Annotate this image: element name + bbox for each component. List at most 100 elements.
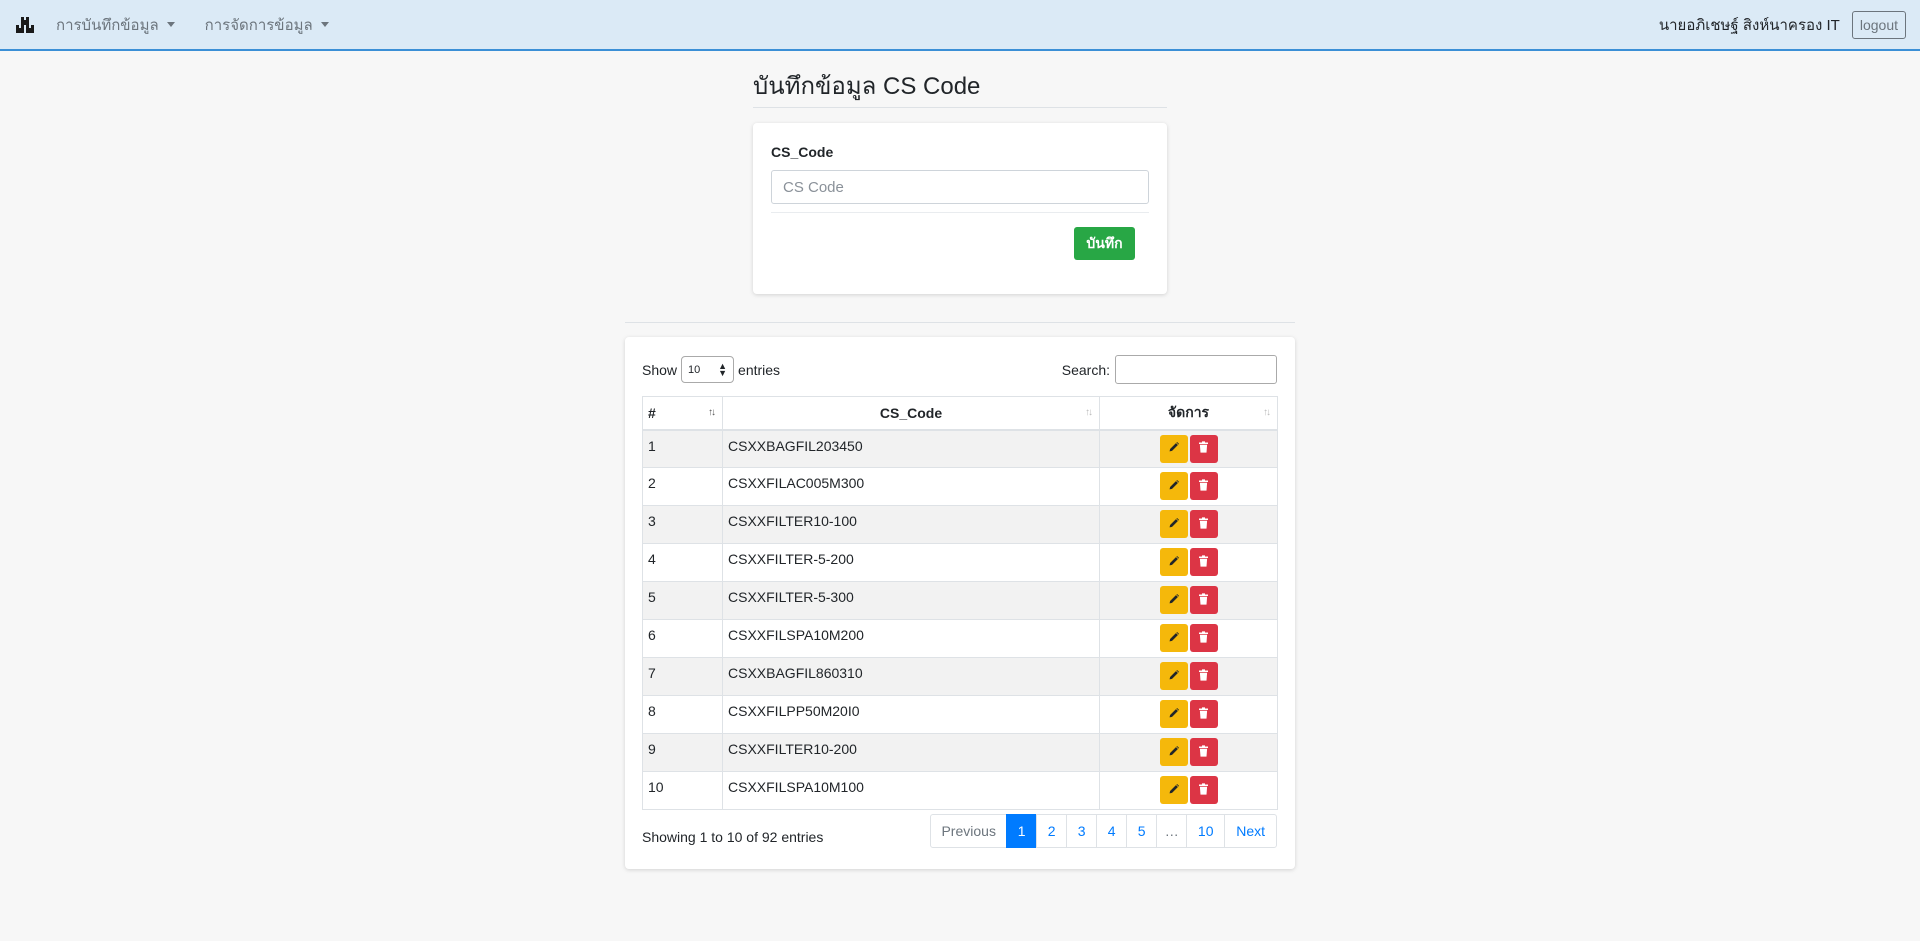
trash-icon bbox=[1198, 554, 1209, 570]
table-row: 9 CSXXFILTER10-200 bbox=[642, 733, 1278, 772]
search-control: Search: bbox=[1062, 355, 1277, 384]
row-cs-code: CSXXFILTER-5-300 bbox=[722, 581, 1100, 620]
row-actions bbox=[1099, 771, 1278, 810]
column-header-number[interactable]: # ↑↓ bbox=[642, 396, 723, 431]
pencil-icon bbox=[1168, 745, 1180, 760]
nav-menu-record-label: การบันทึกข้อมูล bbox=[56, 16, 159, 34]
save-button[interactable]: บันทึก bbox=[1074, 227, 1135, 260]
table-info: Showing 1 to 10 of 92 entries bbox=[642, 829, 824, 845]
row-number: 3 bbox=[642, 505, 723, 544]
row-actions bbox=[1099, 581, 1278, 620]
previous-page-button[interactable]: Previous bbox=[930, 814, 1008, 848]
pencil-icon bbox=[1168, 479, 1180, 494]
trash-icon bbox=[1198, 706, 1209, 722]
table-row: 6 CSXXFILSPA10M200 bbox=[642, 619, 1278, 658]
delete-button[interactable] bbox=[1189, 586, 1218, 614]
trash-icon bbox=[1198, 516, 1209, 532]
row-number: 2 bbox=[642, 467, 723, 506]
row-actions bbox=[1099, 429, 1278, 468]
edit-button[interactable] bbox=[1159, 548, 1188, 576]
table-row: 3 CSXXFILTER10-100 bbox=[642, 505, 1278, 544]
nav-menu-record[interactable]: การบันทึกข้อมูล bbox=[56, 13, 175, 37]
row-number: 7 bbox=[642, 657, 723, 696]
row-cs-code: CSXXBAGFIL203450 bbox=[722, 429, 1100, 468]
delete-button[interactable] bbox=[1189, 738, 1218, 766]
page-5-button[interactable]: 5 bbox=[1126, 814, 1158, 848]
row-number: 5 bbox=[642, 581, 723, 620]
row-cs-code: CSXXBAGFIL860310 bbox=[722, 657, 1100, 696]
next-page-button[interactable]: Next bbox=[1224, 814, 1277, 848]
edit-button[interactable] bbox=[1159, 472, 1188, 500]
row-actions bbox=[1099, 505, 1278, 544]
pencil-icon bbox=[1168, 555, 1180, 570]
divider bbox=[771, 212, 1149, 213]
boxes-icon[interactable] bbox=[14, 14, 36, 36]
row-cs-code: CSXXFILTER10-200 bbox=[722, 733, 1100, 772]
trash-icon bbox=[1198, 744, 1209, 760]
row-number: 1 bbox=[642, 429, 723, 468]
delete-button[interactable] bbox=[1189, 662, 1218, 690]
select-arrows-icon: ▲ ▼ bbox=[718, 360, 728, 378]
pencil-icon bbox=[1168, 669, 1180, 684]
trash-icon bbox=[1198, 668, 1209, 684]
edit-button[interactable] bbox=[1159, 700, 1188, 728]
sort-icon: ↑↓ bbox=[708, 407, 716, 418]
entries-length-value: 10 bbox=[688, 363, 701, 376]
row-actions bbox=[1099, 695, 1278, 734]
length-control: Show 10 ▲ ▼ entries bbox=[642, 356, 780, 383]
caret-down-icon bbox=[166, 22, 175, 27]
sort-icon: ↑↓ bbox=[1085, 407, 1093, 418]
delete-button[interactable] bbox=[1189, 548, 1218, 576]
trash-icon bbox=[1198, 630, 1209, 646]
pencil-icon bbox=[1168, 631, 1180, 646]
logout-button[interactable]: logout bbox=[1851, 10, 1906, 39]
edit-button[interactable] bbox=[1159, 434, 1188, 463]
search-input[interactable] bbox=[1115, 355, 1277, 384]
table-row: 7 CSXXBAGFIL860310 bbox=[642, 657, 1278, 696]
table-row: 5 CSXXFILTER-5-300 bbox=[642, 581, 1278, 620]
pencil-icon bbox=[1168, 707, 1180, 722]
cs-code-label: CS_Code bbox=[771, 144, 834, 160]
caret-down-icon bbox=[320, 22, 329, 27]
pencil-icon bbox=[1168, 593, 1180, 608]
row-actions bbox=[1099, 657, 1278, 696]
delete-button[interactable] bbox=[1189, 776, 1218, 804]
divider bbox=[753, 107, 1167, 108]
column-header-cs-code[interactable]: CS_Code ↑↓ bbox=[722, 396, 1100, 431]
delete-button[interactable] bbox=[1189, 700, 1218, 728]
delete-button[interactable] bbox=[1189, 472, 1218, 500]
nav-menu-manage[interactable]: การจัดการข้อมูล bbox=[205, 13, 329, 37]
nav-menu-manage-label: การจัดการข้อมูล bbox=[204, 16, 313, 34]
pencil-icon bbox=[1168, 441, 1180, 456]
entries-length-select[interactable]: 10 ▲ ▼ bbox=[681, 356, 735, 383]
edit-button[interactable] bbox=[1159, 510, 1188, 538]
row-actions bbox=[1099, 619, 1278, 658]
cs-code-input[interactable] bbox=[771, 170, 1149, 204]
pencil-icon bbox=[1168, 517, 1180, 532]
delete-button[interactable] bbox=[1189, 434, 1218, 463]
page-title: บันทึกข้อมูล CS Code bbox=[753, 73, 981, 100]
edit-button[interactable] bbox=[1159, 662, 1188, 690]
page-10-button[interactable]: 10 bbox=[1186, 814, 1226, 848]
edit-button[interactable] bbox=[1159, 624, 1188, 652]
delete-button[interactable] bbox=[1189, 510, 1218, 538]
cs-code-table: # ↑↓ CS_Code ↑↓ จัดการ ↑↓ 1 CSXXBAGFIL203… bbox=[642, 396, 1278, 810]
edit-button[interactable] bbox=[1159, 586, 1188, 614]
trash-icon bbox=[1198, 441, 1209, 456]
delete-button[interactable] bbox=[1189, 624, 1218, 652]
trash-icon bbox=[1198, 782, 1209, 798]
user-name: นายอภิเชษฐ์ สิงห์นาครอง IT bbox=[1658, 16, 1840, 34]
page-3-button[interactable]: 3 bbox=[1066, 814, 1098, 848]
table-row: 4 CSXXFILTER-5-200 bbox=[642, 543, 1278, 582]
row-number: 10 bbox=[642, 771, 723, 810]
edit-button[interactable] bbox=[1159, 738, 1188, 766]
trash-icon bbox=[1198, 478, 1209, 494]
edit-button[interactable] bbox=[1159, 776, 1188, 804]
page-4-button[interactable]: 4 bbox=[1096, 814, 1128, 848]
column-header-actions[interactable]: จัดการ ↑↓ bbox=[1099, 396, 1278, 431]
page-2-button[interactable]: 2 bbox=[1036, 814, 1068, 848]
navbar: การบันทึกข้อมูล การจัดการข้อมูล นายอภิเช… bbox=[0, 0, 1920, 51]
row-actions bbox=[1099, 733, 1278, 772]
row-cs-code: CSXXFILTER10-100 bbox=[722, 505, 1100, 544]
page-1-button[interactable]: 1 bbox=[1006, 814, 1038, 848]
